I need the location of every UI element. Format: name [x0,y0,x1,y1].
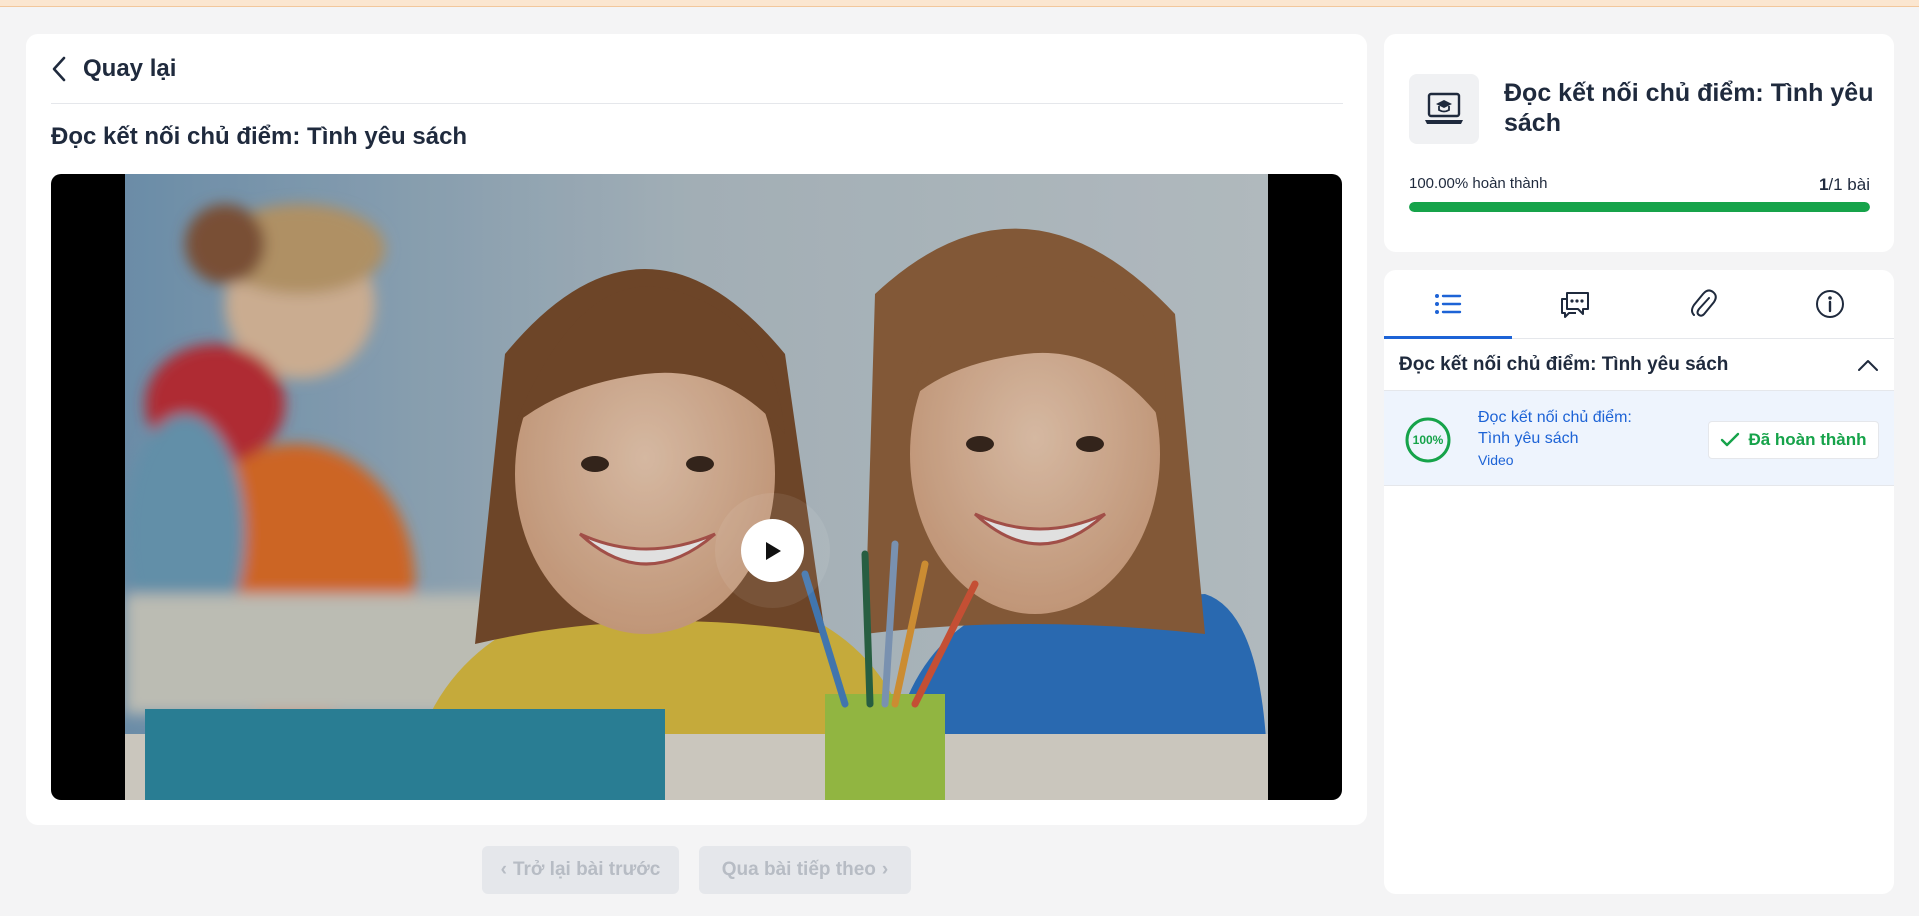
video-thumbnail [125,174,1268,800]
play-button[interactable] [741,519,804,582]
tab-attachments[interactable] [1639,270,1767,338]
lesson-item-type: Video [1478,452,1514,468]
lesson-item-title[interactable]: Đọc kết nối chủ điểm: Tình yêu sách [1478,407,1668,449]
lesson-content-card: Quay lại Đọc kết nối chủ điểm: Tình yêu … [26,34,1367,825]
lesson-title: Đọc kết nối chủ điểm: Tình yêu sách [51,123,468,150]
header-divider [51,103,1343,104]
done-count: 1 [1818,175,1829,194]
video-player[interactable] [51,174,1342,800]
panel-tabs [1384,270,1894,339]
section-header[interactable]: Đọc kết nối chủ điểm: Tình yêu sách [1384,339,1894,391]
next-lesson-label: Qua bài tiếp theo [721,859,876,880]
laptop-graduation-icon [1425,92,1463,124]
chevron-up-icon [1858,359,1878,371]
previous-lesson-button[interactable]: ‹ Trở lại bài trước [482,846,679,894]
course-icon [1409,74,1479,144]
course-summary-card: Đọc kết nối chủ điểm: Tình yêu sách 100.… [1384,34,1894,252]
lesson-item[interactable]: 100% Đọc kết nối chủ điểm: Tình yêu sách… [1384,391,1894,486]
back-button[interactable]: Quay lại [51,52,176,86]
video-overlay [125,174,1268,800]
lesson-list-panel: Đọc kết nối chủ điểm: Tình yêu sách 100%… [1384,270,1894,894]
check-icon [1721,432,1740,447]
tab-info[interactable] [1767,270,1895,338]
course-title: Đọc kết nối chủ điểm: Tình yêu sách [1504,79,1874,137]
total-count: /1 bài [1828,175,1870,194]
attachment-icon [1690,289,1717,317]
progress-bar-fill [1409,202,1870,212]
top-banner-strip [0,0,1919,7]
back-label: Quay lại [83,55,177,82]
tab-comments[interactable] [1512,270,1640,338]
completed-button[interactable]: Đã hoàn thành [1708,421,1879,459]
chevron-right-icon: › [881,859,889,880]
progress-text: 100.00% hoàn thành [1409,175,1548,192]
comments-icon [1561,292,1590,318]
progress-percent: 100% [1412,433,1444,447]
chevron-left-icon: ‹ [500,859,507,880]
info-icon [1816,290,1845,318]
completed-label: Đã hoàn thành [1748,430,1867,449]
chevron-left-icon [52,56,66,82]
play-icon [765,541,781,560]
progress-bar [1409,202,1870,212]
previous-lesson-label: Trở lại bài trước [512,859,661,880]
next-lesson-button[interactable]: Qua bài tiếp theo › [699,846,911,894]
section-title: Đọc kết nối chủ điểm: Tình yêu sách [1399,353,1729,375]
tab-lesson-list[interactable] [1384,270,1512,339]
list-icon [1434,294,1461,314]
lesson-count: 1/1 bài [1819,175,1870,195]
